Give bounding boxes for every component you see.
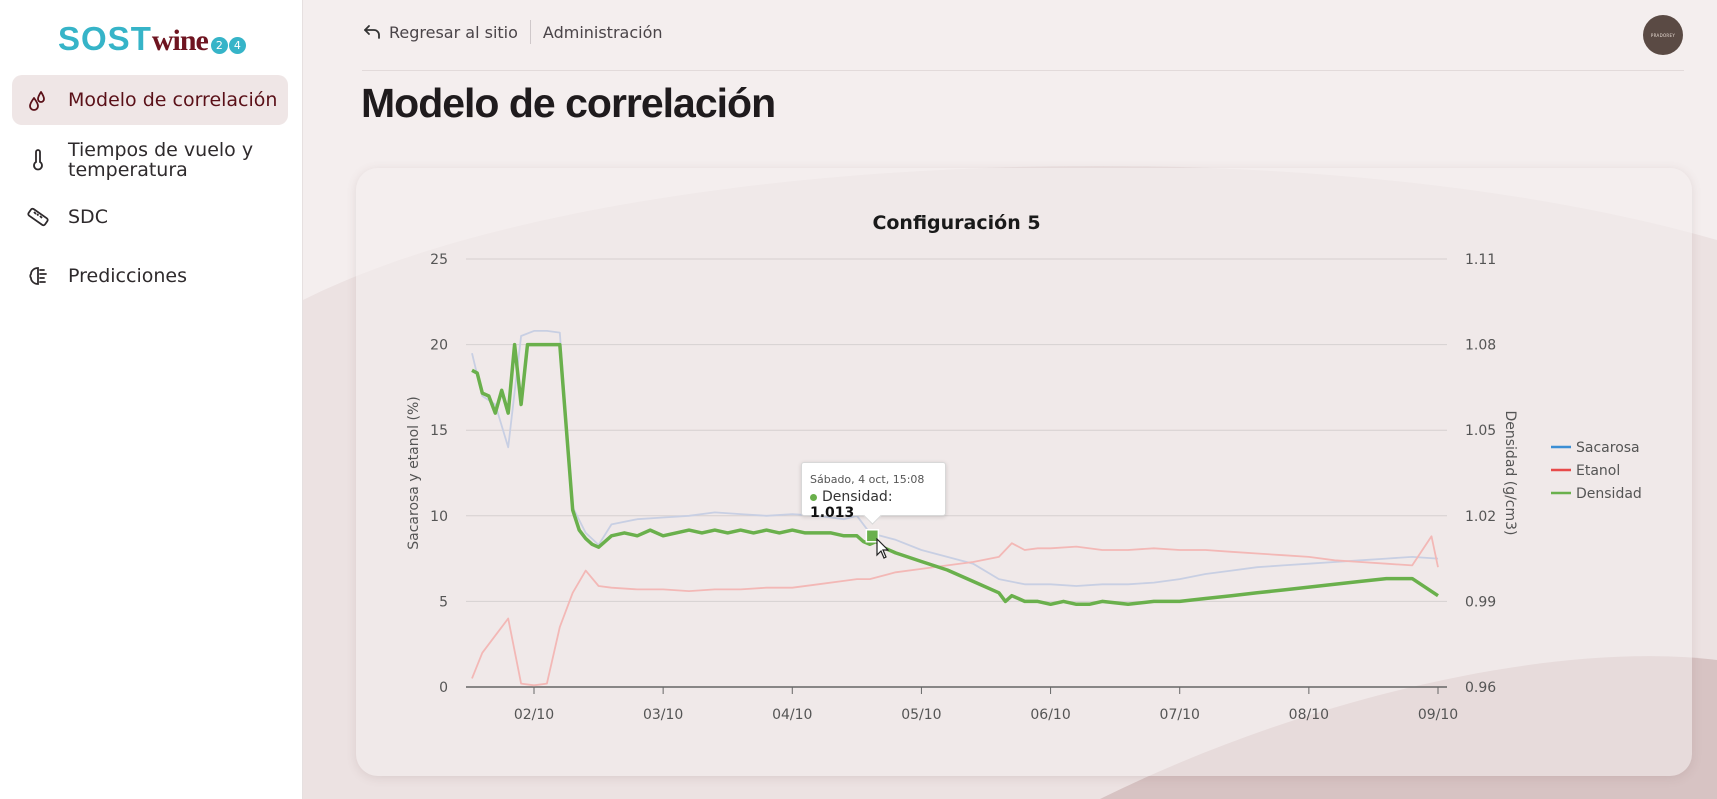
x-tick-label: 09/10 bbox=[1418, 707, 1458, 723]
y-axis-label: Sacarosa y etanol (%) bbox=[406, 396, 422, 550]
x-tick-label: 07/10 bbox=[1160, 707, 1200, 723]
mouse-cursor-icon bbox=[876, 538, 890, 559]
y2-axis-label: Densidad (g/cm3) bbox=[1502, 410, 1518, 535]
y-tick-label: 0 bbox=[439, 680, 448, 696]
y2-tick-label: 1.02 bbox=[1465, 509, 1496, 525]
y-tick-label: 15 bbox=[430, 423, 448, 439]
y-tick-label: 10 bbox=[430, 509, 448, 525]
series-line-sacarosa bbox=[471, 330, 1439, 587]
y-tick-label: 5 bbox=[439, 594, 448, 610]
correlation-chart[interactable]: Configuración 5 0 0.96 5 0.99 10 1.02 15 1.05 20 1… bbox=[0, 0, 1717, 799]
y2-tick-label: 1.11 bbox=[1465, 252, 1496, 268]
y-tick-label: 25 bbox=[430, 252, 448, 268]
y-tick-label: 20 bbox=[430, 338, 448, 354]
legend-item-sacarosa: Sacarosa bbox=[1576, 440, 1640, 456]
x-tick-label: 04/10 bbox=[772, 707, 812, 723]
tooltip-value: 1.013 bbox=[810, 505, 855, 521]
y2-tick-label: 1.05 bbox=[1465, 423, 1496, 439]
legend-item-densidad: Densidad bbox=[1576, 486, 1642, 502]
x-tick-label: 02/10 bbox=[514, 707, 554, 723]
chart-tooltip: Sábado, 4 oct, 15:08 Densidad: 1.013 bbox=[801, 462, 946, 521]
x-tick-label: 05/10 bbox=[901, 707, 941, 723]
legend-item-etanol: Etanol bbox=[1576, 463, 1620, 479]
x-tick-label: 06/10 bbox=[1030, 707, 1070, 723]
y2-tick-label: 1.08 bbox=[1465, 338, 1496, 354]
x-tick-label: 08/10 bbox=[1289, 707, 1329, 723]
chart-title: Configuración 5 bbox=[872, 212, 1040, 234]
tooltip-series-dot bbox=[810, 494, 817, 501]
tooltip-date: Sábado, 4 oct, 15:08 bbox=[810, 473, 925, 486]
tooltip-value-row: Densidad: 1.013 bbox=[810, 489, 893, 521]
y2-tick-label: 0.96 bbox=[1465, 680, 1496, 696]
y2-tick-label: 0.99 bbox=[1465, 594, 1496, 610]
x-tick-label: 03/10 bbox=[643, 707, 683, 723]
tooltip-series-name: Densidad bbox=[822, 489, 888, 505]
